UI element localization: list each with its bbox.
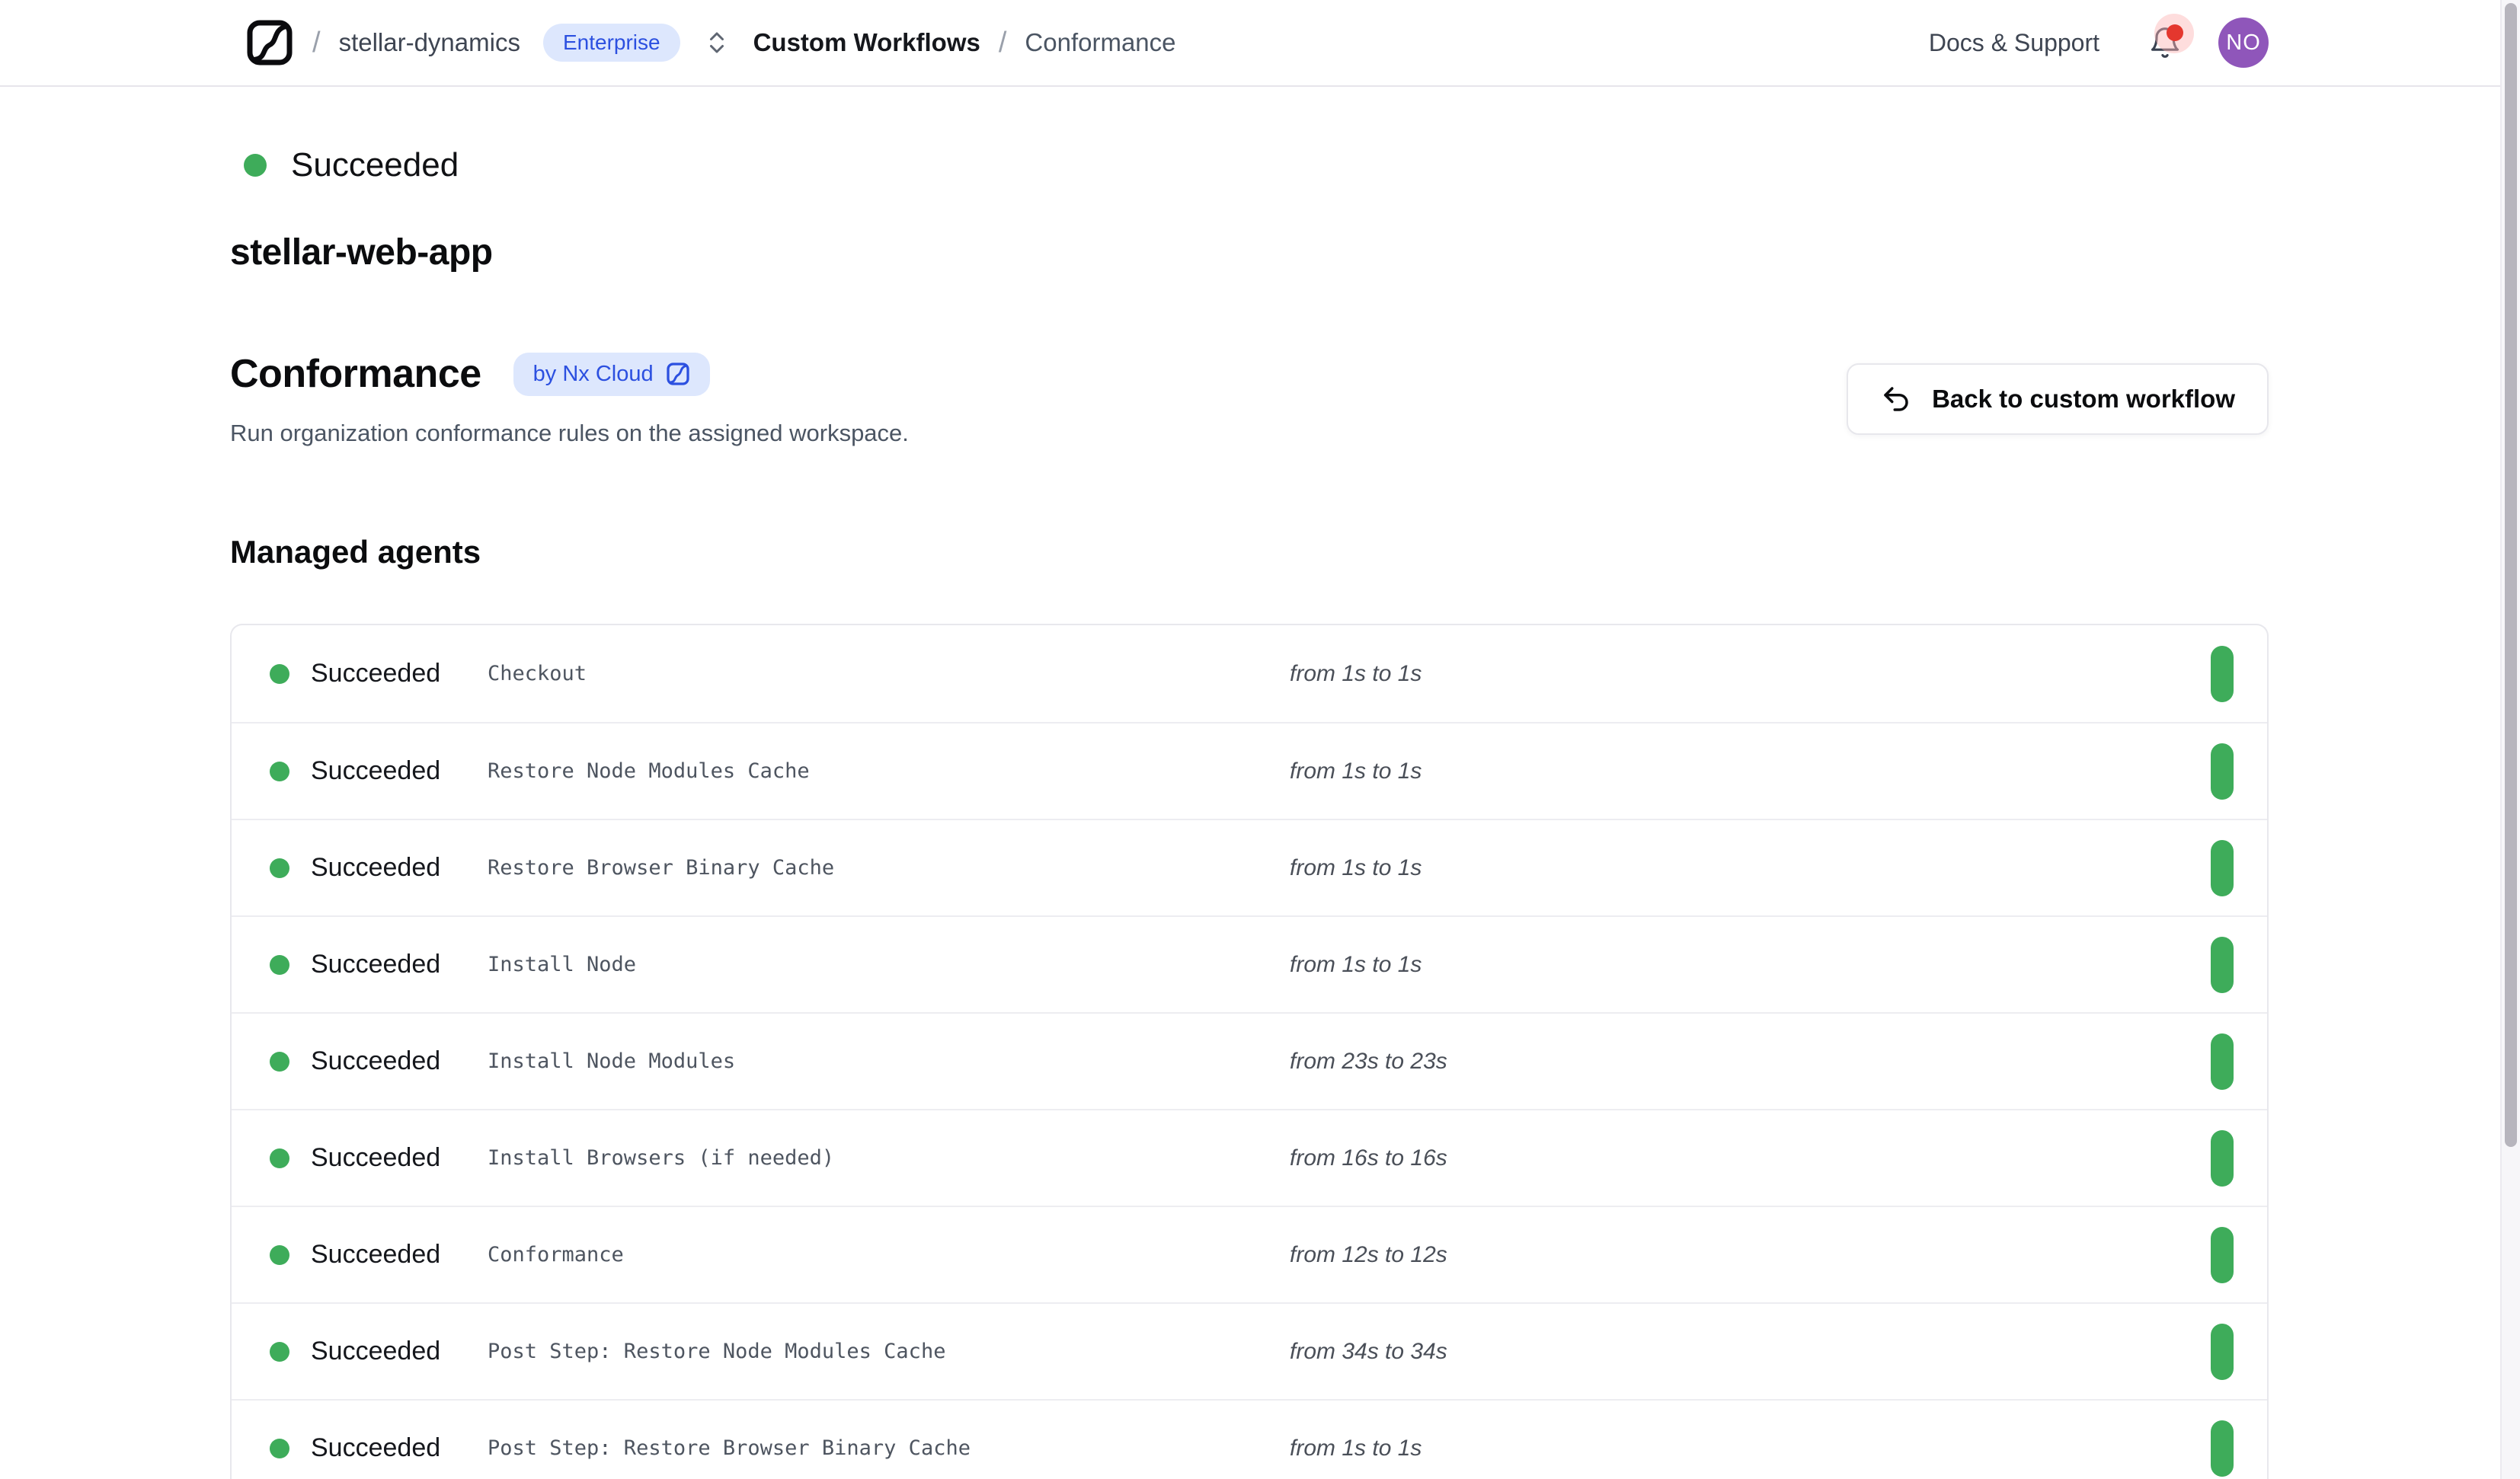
- breadcrumb-conformance: Conformance: [1025, 28, 1175, 57]
- success-dot-icon: [270, 664, 289, 684]
- agent-rows-list: Succeeded Checkout from 1s to 1s Succeed…: [232, 625, 2267, 1479]
- agent-row[interactable]: Succeeded Restore Browser Binary Cache f…: [232, 819, 2267, 915]
- enterprise-badge: Enterprise: [543, 24, 680, 62]
- agent-timeline-bar[interactable]: [2211, 1324, 2234, 1380]
- agent-timeline-bar[interactable]: [2211, 937, 2234, 993]
- success-dot-icon: [270, 955, 289, 975]
- agent-row[interactable]: Succeeded Restore Node Modules Cache fro…: [232, 722, 2267, 819]
- workspace-title: stellar-web-app: [230, 232, 2520, 273]
- agent-row[interactable]: Succeeded Install Browsers (if needed) f…: [232, 1109, 2267, 1206]
- agent-row[interactable]: Succeeded Install Node from 1s to 1s: [232, 915, 2267, 1012]
- top-navbar: / stellar-dynamics Enterprise Custom Wor…: [0, 0, 2520, 87]
- agent-duration: from 1s to 1s: [1290, 661, 1421, 687]
- docs-support-link[interactable]: Docs & Support: [1929, 29, 2099, 57]
- breadcrumb-separator: /: [312, 27, 321, 59]
- agent-timeline-bar[interactable]: [2211, 840, 2234, 896]
- agent-timeline-bar[interactable]: [2211, 646, 2234, 702]
- back-button-label: Back to custom workflow: [1932, 385, 2235, 414]
- notifications-button[interactable]: [2148, 24, 2182, 61]
- success-dot-icon: [270, 762, 289, 781]
- notification-dot: [2167, 24, 2183, 41]
- success-dot-icon: [270, 1245, 289, 1265]
- agent-task-name: Conformance: [488, 1243, 1290, 1267]
- agent-duration: from 1s to 1s: [1290, 855, 1421, 881]
- agent-task-name: Restore Node Modules Cache: [488, 759, 1290, 783]
- agent-status-label: Succeeded: [311, 1240, 488, 1270]
- agent-task-name: Install Browsers (if needed): [488, 1146, 1290, 1170]
- success-dot-icon: [270, 1342, 289, 1362]
- nx-cloud-logo-icon: [666, 362, 690, 386]
- success-dot-icon: [270, 1052, 289, 1072]
- agent-timeline-bar[interactable]: [2211, 1130, 2234, 1187]
- agent-status-label: Succeeded: [311, 1143, 488, 1173]
- chevron-up-down-icon: [703, 29, 731, 56]
- workflow-description: Run organization conformance rules on th…: [230, 420, 909, 447]
- nx-cloud-provider-badge[interactable]: by Nx Cloud: [513, 353, 710, 396]
- scrollbar-thumb[interactable]: [2505, 3, 2517, 1147]
- agent-task-name: Install Node Modules: [488, 1049, 1290, 1073]
- success-dot-icon: [270, 1439, 289, 1458]
- workspace-switcher-button[interactable]: [703, 29, 731, 56]
- agent-duration: from 16s to 16s: [1290, 1145, 1447, 1171]
- managed-agents-heading: Managed agents: [230, 534, 2520, 570]
- agent-duration: from 23s to 23s: [1290, 1049, 1447, 1075]
- agent-duration: from 34s to 34s: [1290, 1339, 1447, 1365]
- agent-duration: from 1s to 1s: [1290, 952, 1421, 978]
- back-to-custom-workflow-button[interactable]: Back to custom workflow: [1847, 363, 2269, 435]
- workflow-title: Conformance: [230, 351, 481, 397]
- managed-agents-card: Succeeded Checkout from 1s to 1s Succeed…: [230, 624, 2269, 1479]
- undo-arrow-icon: [1880, 383, 1912, 415]
- agent-duration: from 1s to 1s: [1290, 1436, 1421, 1461]
- agent-timeline-bar[interactable]: [2211, 1033, 2234, 1090]
- workflow-header-left: Conformance by Nx Cloud Run organization…: [230, 351, 909, 447]
- workflow-header: Conformance by Nx Cloud Run organization…: [230, 351, 2520, 447]
- provider-badge-label: by Nx Cloud: [533, 362, 654, 387]
- agent-row[interactable]: Succeeded Conformance from 12s to 12s: [232, 1206, 2267, 1302]
- agent-timeline-bar[interactable]: [2211, 743, 2234, 800]
- scrollbar-track[interactable]: [2500, 0, 2520, 1479]
- nx-cloud-logo-icon[interactable]: [245, 18, 294, 67]
- agent-timeline-bar[interactable]: [2211, 1227, 2234, 1283]
- user-avatar[interactable]: NO: [2218, 18, 2269, 68]
- agent-duration: from 1s to 1s: [1290, 759, 1421, 784]
- agent-row[interactable]: Succeeded Checkout from 1s to 1s: [232, 625, 2267, 722]
- agent-task-name: Install Node: [488, 953, 1290, 976]
- agent-status-label: Succeeded: [311, 1433, 488, 1463]
- success-dot-icon: [270, 858, 289, 878]
- agent-task-name: Post Step: Restore Browser Binary Cache: [488, 1436, 1290, 1460]
- agent-task-name: Post Step: Restore Node Modules Cache: [488, 1340, 1290, 1363]
- success-dot-icon: [244, 154, 267, 177]
- breadcrumb-org[interactable]: stellar-dynamics: [339, 28, 520, 57]
- agent-status-label: Succeeded: [311, 950, 488, 979]
- run-status-label: Succeeded: [291, 146, 459, 184]
- agent-duration: from 12s to 12s: [1290, 1242, 1447, 1268]
- agent-row[interactable]: Succeeded Install Node Modules from 23s …: [232, 1012, 2267, 1109]
- agent-task-name: Restore Browser Binary Cache: [488, 856, 1290, 880]
- agent-row[interactable]: Succeeded Post Step: Restore Browser Bin…: [232, 1399, 2267, 1479]
- main-content: Succeeded stellar-web-app Conformance by…: [0, 146, 2520, 1479]
- agent-status-label: Succeeded: [311, 1046, 488, 1076]
- agent-row[interactable]: Succeeded Post Step: Restore Node Module…: [232, 1302, 2267, 1399]
- agent-status-label: Succeeded: [311, 1337, 488, 1366]
- agent-timeline-bar[interactable]: [2211, 1420, 2234, 1477]
- run-status-indicator: Succeeded: [244, 146, 2520, 184]
- agent-task-name: Checkout: [488, 662, 1290, 685]
- breadcrumb-separator: /: [999, 27, 1007, 59]
- success-dot-icon: [270, 1148, 289, 1168]
- agent-status-label: Succeeded: [311, 756, 488, 786]
- breadcrumb-custom-workflows[interactable]: Custom Workflows: [753, 28, 980, 57]
- agent-status-label: Succeeded: [311, 853, 488, 883]
- agent-status-label: Succeeded: [311, 659, 488, 688]
